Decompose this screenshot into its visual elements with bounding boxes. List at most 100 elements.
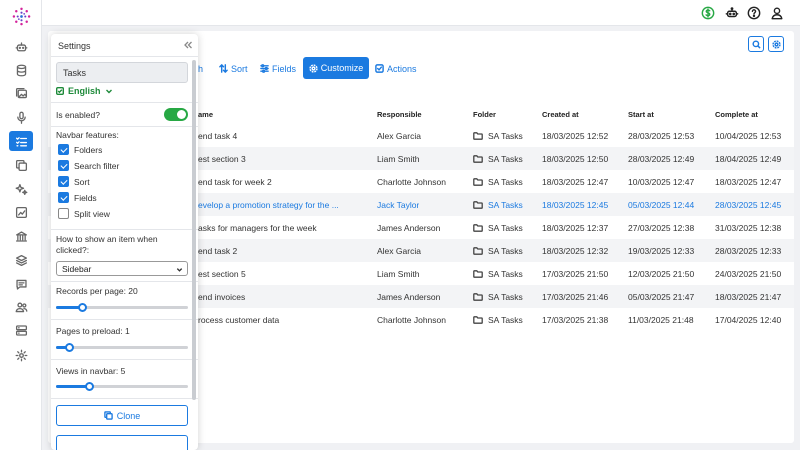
cell-text: Liam Smith [377, 268, 420, 279]
checkbox[interactable] [58, 144, 69, 155]
checkbox-label: Split view [74, 208, 110, 219]
folder-icon [473, 315, 483, 324]
search-button[interactable]: h [198, 58, 203, 79]
actions-button[interactable]: Actions [375, 58, 417, 79]
panel-scrollbar[interactable] [192, 60, 196, 400]
checkbox[interactable] [58, 208, 69, 219]
cell-complete: 31/03/2025 12:38 [715, 216, 781, 239]
cell-text: evelop a promotion strategy for the ... [198, 199, 339, 210]
cell-name: end task for week 2 [198, 170, 368, 193]
feature-fields-checkbox[interactable]: Fields [58, 192, 97, 203]
cell-start: 27/03/2025 12:38 [628, 216, 694, 239]
pages-to-preload-slider[interactable] [56, 343, 188, 352]
fields-button[interactable]: Fields [260, 58, 296, 79]
cell-text: SA Tasks [488, 222, 523, 233]
gear-icon[interactable] [9, 345, 33, 365]
settings-title: Settings [58, 41, 91, 51]
cell-folder: SA Tasks [473, 262, 523, 285]
pages-to-preload-label: Pages to preload: 1 [56, 326, 130, 336]
cell-text: SA Tasks [488, 130, 523, 141]
copy-icon [103, 411, 113, 420]
cell-name: rocess customer data [198, 308, 368, 331]
show-item-label: How to show an item when clicked?: [56, 234, 158, 255]
language-select[interactable]: English [56, 86, 113, 96]
cell-text: 18/04/2025 12:49 [715, 153, 782, 164]
chart-icon[interactable] [9, 202, 33, 222]
cell-name: evelop a promotion strategy for the ... [198, 193, 368, 216]
col-created[interactable]: Created at [542, 106, 579, 122]
layers-icon[interactable] [9, 250, 33, 270]
help-icon[interactable] [746, 5, 762, 21]
cell-text: 24/03/2025 21:50 [715, 268, 782, 279]
bank-icon[interactable] [9, 226, 33, 246]
customize-label: Customize [320, 63, 364, 73]
cell-text: end task for week 2 [198, 176, 272, 187]
col-complete[interactable]: Complete at [715, 106, 758, 122]
slider-handle[interactable] [85, 382, 94, 391]
cell-created: 18/03/2025 12:52 [542, 124, 608, 147]
views-in-navbar-slider[interactable] [56, 382, 188, 391]
collapse-icon[interactable] [183, 40, 193, 50]
users-icon[interactable] [9, 297, 33, 317]
enabled-toggle[interactable] [164, 108, 188, 121]
cell-start: 12/03/2025 21:50 [628, 262, 694, 285]
customize-button[interactable]: Customize [303, 57, 369, 79]
cell-text: 28/03/2025 12:53 [628, 130, 695, 141]
col-folder[interactable]: Folder [473, 106, 496, 122]
divider [51, 229, 198, 230]
cell-folder: SA Tasks [473, 285, 523, 308]
user-icon[interactable] [769, 5, 785, 21]
tasks-list-icon[interactable] [9, 131, 33, 151]
dollar-icon[interactable] [700, 5, 716, 21]
cell-responsible: Charlotte Johnson [377, 170, 446, 193]
checkbox[interactable] [58, 192, 69, 203]
col-name[interactable]: ame [198, 106, 213, 122]
slider-handle[interactable] [65, 343, 75, 352]
robot-head-icon[interactable] [724, 5, 740, 21]
search-icon-button[interactable] [748, 36, 764, 52]
slider-handle[interactable] [78, 303, 88, 312]
cell-start: 28/03/2025 12:53 [628, 124, 694, 147]
sort-button[interactable]: Sort [219, 58, 248, 79]
divider [51, 281, 198, 282]
actions-label: Actions [387, 63, 417, 74]
feature-split-view-checkbox[interactable]: Split view [58, 208, 110, 219]
settings-icon-button[interactable] [768, 36, 784, 52]
feature-search-filter-checkbox[interactable]: Search filter [58, 160, 119, 171]
folder-icon [473, 131, 483, 140]
language-label: English [68, 86, 101, 96]
chat-icon[interactable] [9, 274, 33, 294]
search-label: h [198, 63, 204, 74]
cell-start: 05/03/2025 12:44 [628, 193, 694, 216]
checkbox[interactable] [58, 160, 69, 171]
database-icon[interactable] [9, 60, 33, 80]
view-name-input[interactable] [56, 62, 188, 83]
cell-text: 11/03/2025 21:48 [628, 314, 694, 325]
col-start[interactable]: Start at [628, 106, 654, 122]
clone-button[interactable]: Clone [56, 405, 188, 426]
cell-created: 18/03/2025 12:47 [542, 170, 608, 193]
cell-text: end task 4 [198, 130, 238, 141]
microphone-icon[interactable] [9, 107, 33, 127]
server-icon[interactable] [9, 320, 33, 340]
cell-text: 18/03/2025 12:37 [542, 222, 609, 233]
sparkles-icon[interactable] [9, 179, 33, 199]
col-responsible[interactable]: Responsible [377, 106, 422, 122]
search-icon [751, 39, 761, 49]
cell-text: 18/03/2025 12:32 [542, 245, 609, 256]
robot-icon[interactable] [9, 37, 33, 57]
checkbox-label: Search filter [74, 160, 120, 171]
feature-sort-checkbox[interactable]: Sort [58, 176, 90, 187]
show-item-select[interactable]: Sidebar [56, 261, 188, 276]
cell-complete: 17/04/2025 12:40 [715, 308, 781, 331]
records-per-page-slider[interactable] [56, 303, 188, 312]
cell-created: 18/03/2025 12:45 [542, 193, 608, 216]
checkbox[interactable] [58, 176, 69, 187]
cell-start: 10/03/2025 12:47 [628, 170, 694, 193]
feature-folders-checkbox[interactable]: Folders [58, 144, 102, 155]
copy-icon[interactable] [9, 155, 33, 175]
sort-label: Sort [231, 63, 248, 74]
secondary-panel-button[interactable] [56, 435, 188, 450]
gallery-icon[interactable] [9, 83, 33, 103]
cell-text: James Anderson [377, 291, 441, 302]
